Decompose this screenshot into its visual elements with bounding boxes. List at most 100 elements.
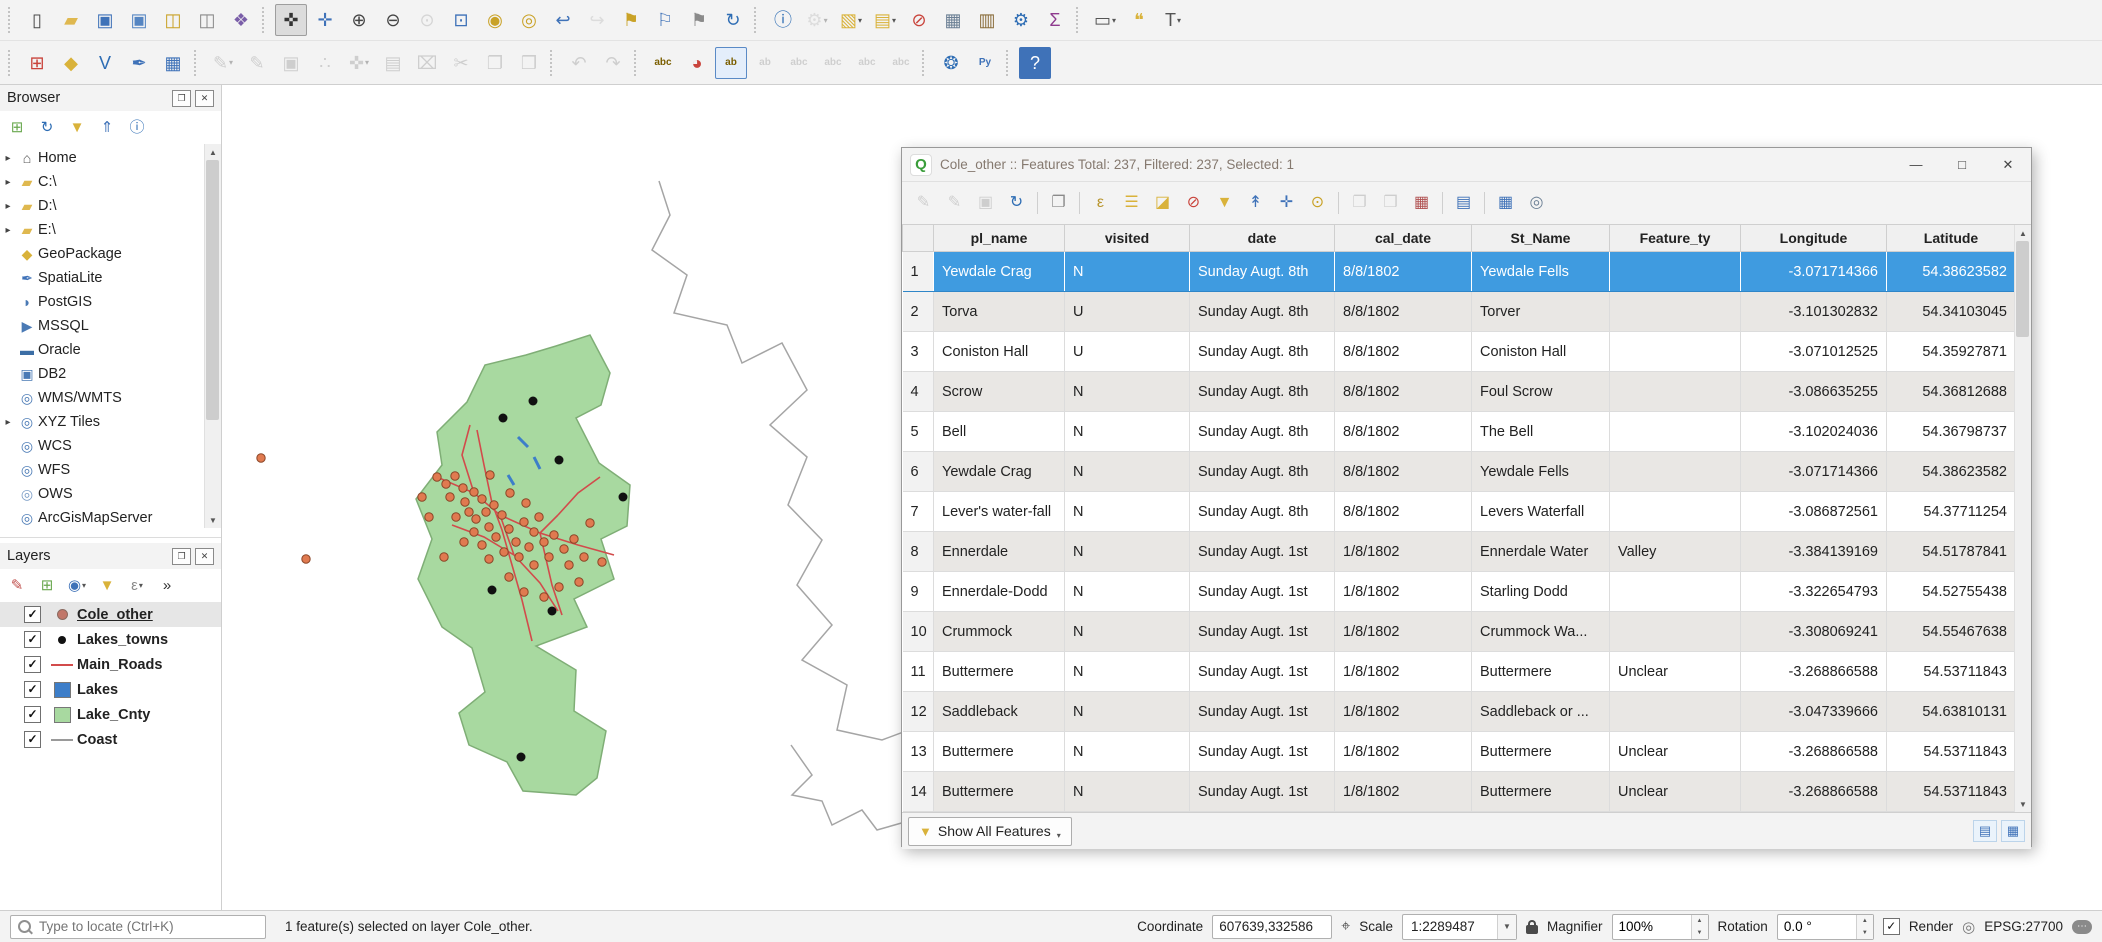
cell-latitude[interactable]: 54.35927871: [1887, 332, 2016, 372]
cell-longitude[interactable]: -3.071714366: [1741, 252, 1887, 292]
cell-feature-ty[interactable]: Unclear: [1610, 652, 1741, 692]
row-number-cell[interactable]: 5: [903, 412, 934, 452]
python-console-button[interactable]: Py: [969, 47, 1001, 79]
column-header-st-name[interactable]: St_Name: [1472, 225, 1610, 252]
layer-visibility-checkbox[interactable]: ✓: [24, 656, 41, 673]
row-number-cell[interactable]: 4: [903, 372, 934, 412]
cell-st-name[interactable]: Crummock Wa...: [1472, 612, 1610, 652]
row-number-cell[interactable]: 3: [903, 332, 934, 372]
cell-latitude[interactable]: 54.53711843: [1887, 732, 2016, 772]
zoom-in-button[interactable]: ⊕: [343, 4, 375, 36]
open-attribute-table-button[interactable]: ▦: [937, 4, 969, 36]
cell-st-name[interactable]: Levers Waterfall: [1472, 492, 1610, 532]
data-source-manager-button[interactable]: ⊞: [21, 47, 53, 79]
cell-pl-name[interactable]: Yewdale Crag: [934, 252, 1065, 292]
cell-visited[interactable]: N: [1065, 252, 1190, 292]
panel-overflow-button[interactable]: »: [153, 572, 181, 600]
cell-date[interactable]: Sunday Augt. 1st: [1190, 772, 1335, 812]
cell-longitude[interactable]: -3.384139169: [1741, 532, 1887, 572]
open-field-calculator-button[interactable]: ▦: [1407, 189, 1436, 218]
layer-visibility-checkbox[interactable]: ✓: [24, 681, 41, 698]
select-features-button[interactable]: ▧▾: [835, 4, 867, 36]
layer-labeling-button[interactable]: abc: [647, 47, 679, 79]
cell-st-name[interactable]: Saddleback or ...: [1472, 692, 1610, 732]
cell-st-name[interactable]: Torver: [1472, 292, 1610, 332]
cell-visited[interactable]: U: [1065, 332, 1190, 372]
properties-widget-button[interactable]: ⓘ: [123, 114, 151, 142]
show-all-features-button[interactable]: ▼ Show All Features ▾: [908, 817, 1072, 846]
cell-feature-ty[interactable]: Valley: [1610, 532, 1741, 572]
cell-pl-name[interactable]: Buttermere: [934, 652, 1065, 692]
cell-feature-ty[interactable]: [1610, 372, 1741, 412]
cell-feature-ty[interactable]: [1610, 292, 1741, 332]
zoom-out-button[interactable]: ⊖: [377, 4, 409, 36]
cell-visited[interactable]: N: [1065, 652, 1190, 692]
browser-item-ows[interactable]: ◎OWS: [0, 482, 221, 506]
refresh-browser-button[interactable]: ↻: [33, 114, 61, 142]
cell-latitude[interactable]: 54.36812688: [1887, 372, 2016, 412]
layer-item-main-roads[interactable]: ✓Main_Roads: [0, 652, 221, 677]
filter-legend-button[interactable]: ▼: [93, 572, 121, 600]
cell-cal-date[interactable]: 1/8/1802: [1335, 572, 1472, 612]
row-number-cell[interactable]: 9: [903, 572, 934, 612]
map-tips-button[interactable]: ❝: [1123, 4, 1155, 36]
cell-longitude[interactable]: -3.322654793: [1741, 572, 1887, 612]
row-number-cell[interactable]: 7: [903, 492, 934, 532]
column-header-longitude[interactable]: Longitude: [1741, 225, 1887, 252]
row-number-cell[interactable]: 1: [903, 252, 934, 292]
layer-item-lakes-towns[interactable]: ✓Lakes_towns: [0, 627, 221, 652]
locator-input[interactable]: [37, 918, 258, 935]
zoom-to-selection-button[interactable]: ◉: [479, 4, 511, 36]
cell-feature-ty[interactable]: Unclear: [1610, 772, 1741, 812]
cell-visited[interactable]: N: [1065, 612, 1190, 652]
cell-longitude[interactable]: -3.071012525: [1741, 332, 1887, 372]
magnifier-spinner[interactable]: ▲▼: [1612, 914, 1709, 940]
cell-cal-date[interactable]: 8/8/1802: [1335, 292, 1472, 332]
cell-longitude[interactable]: -3.268866588: [1741, 652, 1887, 692]
deselect-all-rows-button[interactable]: ⊘: [1179, 189, 1208, 218]
cell-latitude[interactable]: 54.63810131: [1887, 692, 2016, 732]
float-panel-icon[interactable]: ❐: [172, 548, 191, 565]
scroll-up-icon[interactable]: ▲: [205, 144, 221, 160]
spin-buttons[interactable]: ▲▼: [1691, 915, 1708, 939]
browser-item-mssql[interactable]: ▶MSSQL: [0, 314, 221, 338]
browser-item-arcgismapserver[interactable]: ◎ArcGisMapServer: [0, 506, 221, 528]
expand-arrow-icon[interactable]: ▸: [0, 177, 16, 188]
cell-cal-date[interactable]: 1/8/1802: [1335, 612, 1472, 652]
spin-buttons[interactable]: ▲▼: [1856, 915, 1873, 939]
metasearch-button[interactable]: ❂: [935, 47, 967, 79]
switch-to-table-view-button[interactable]: ▦: [2001, 820, 2025, 842]
filter-by-expression-button[interactable]: ε▾: [123, 572, 151, 600]
cell-pl-name[interactable]: Crummock: [934, 612, 1065, 652]
open-project-button[interactable]: ▰: [55, 4, 87, 36]
identify-features-button[interactable]: ⓘ: [767, 4, 799, 36]
cell-latitude[interactable]: 54.52755438: [1887, 572, 2016, 612]
close-panel-icon[interactable]: ✕: [195, 548, 214, 565]
browser-item-d[interactable]: ▸▰D:\: [0, 194, 221, 218]
rotation-input[interactable]: [1778, 915, 1856, 939]
measure-line-button[interactable]: ▭▾: [1089, 4, 1121, 36]
lock-scale-icon[interactable]: [1526, 925, 1538, 934]
cell-longitude[interactable]: -3.071714366: [1741, 452, 1887, 492]
refresh-map-button[interactable]: ↻: [717, 4, 749, 36]
cell-visited[interactable]: N: [1065, 692, 1190, 732]
move-selection-to-top-button[interactable]: ↟: [1241, 189, 1270, 218]
minimize-window-button[interactable]: —: [1893, 149, 1939, 181]
cell-visited[interactable]: N: [1065, 452, 1190, 492]
field-calculator-button[interactable]: ▥: [971, 4, 1003, 36]
cell-st-name[interactable]: Buttermere: [1472, 732, 1610, 772]
cell-visited[interactable]: N: [1065, 572, 1190, 612]
cell-feature-ty[interactable]: [1610, 332, 1741, 372]
browser-item-wcs[interactable]: ◎WCS: [0, 434, 221, 458]
messages-icon[interactable]: ⋯: [2072, 920, 2092, 934]
switch-to-form-view-button[interactable]: ▤: [1973, 820, 1997, 842]
float-panel-icon[interactable]: ❐: [172, 90, 191, 107]
attribute-table-titlebar[interactable]: Q Cole_other :: Features Total: 237, Fil…: [902, 148, 2031, 182]
browser-scrollbar[interactable]: ▲ ▼: [204, 144, 221, 528]
layer-visibility-checkbox[interactable]: ✓: [24, 606, 41, 623]
cell-longitude[interactable]: -3.101302832: [1741, 292, 1887, 332]
filter-select-features-button[interactable]: ▼: [1210, 189, 1239, 218]
cell-feature-ty[interactable]: [1610, 692, 1741, 732]
render-checkbox[interactable]: ✓: [1883, 918, 1900, 935]
cell-date[interactable]: Sunday Augt. 1st: [1190, 532, 1335, 572]
